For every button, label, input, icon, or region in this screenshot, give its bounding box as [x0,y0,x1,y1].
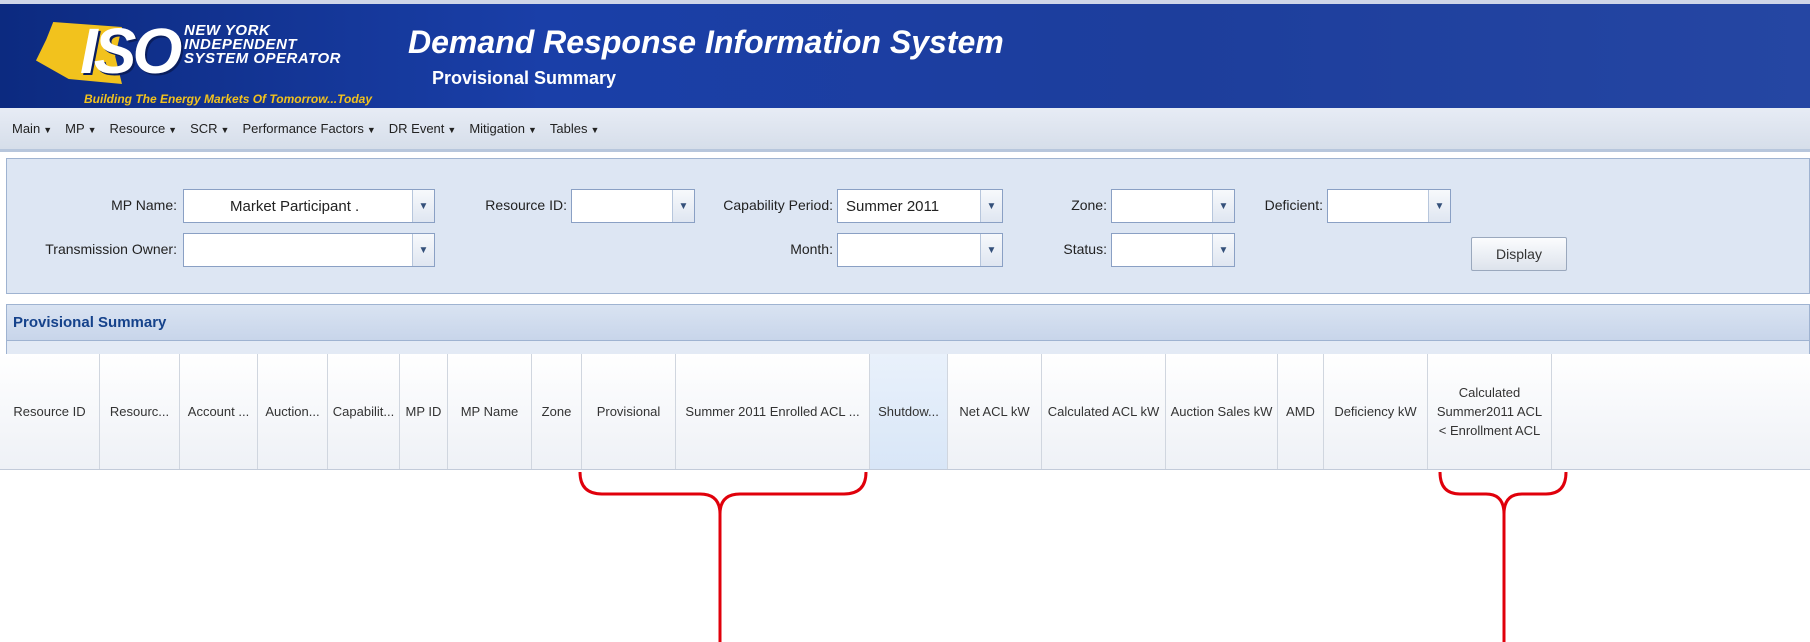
bracket-left-half [578,471,722,642]
bracket2-left-half [1438,471,1506,642]
bracket2-right-half [1502,471,1568,515]
annotation-overlay [578,471,1568,642]
bracket-right-half [718,471,868,515]
